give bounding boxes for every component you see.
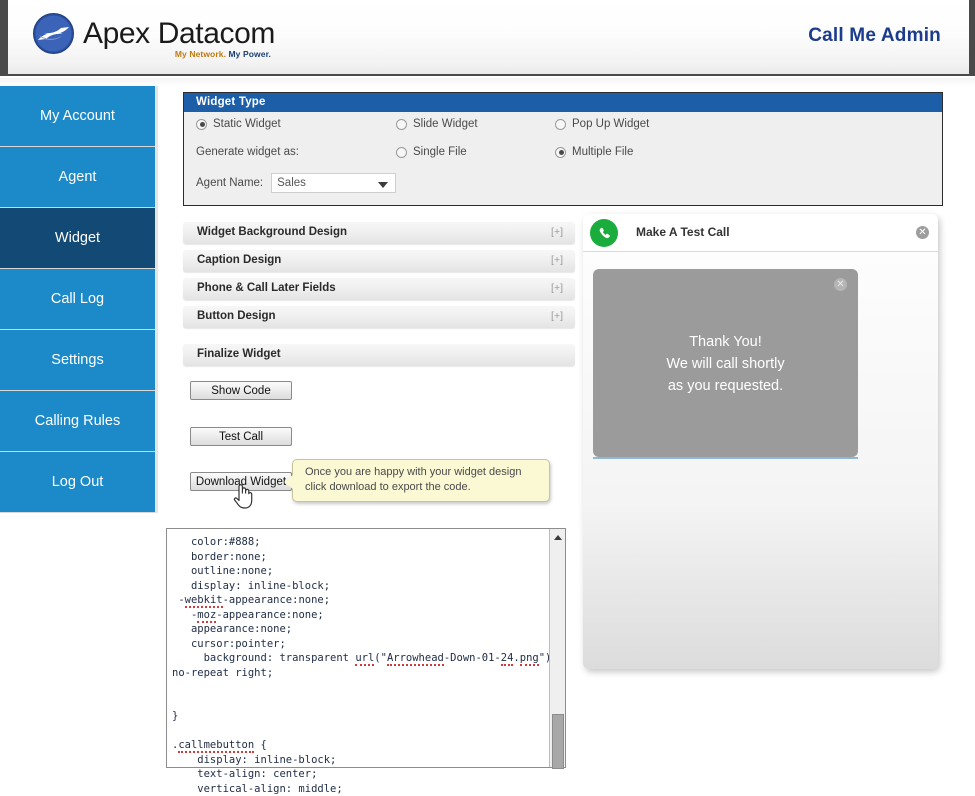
preview-body: ✕ Thank You! We will call shortly as you… — [583, 253, 938, 669]
download-tooltip: Once you are happy with your widget desi… — [284, 459, 550, 502]
sidebar-nav: My Account Agent Widget Call Log Setting… — [0, 86, 155, 513]
radio-indicator — [396, 146, 407, 158]
section-title: Finalize Widget — [197, 348, 281, 360]
close-icon[interactable]: ✕ — [916, 226, 929, 239]
tagline-part-2: My Power. — [226, 48, 271, 59]
radio-indicator — [396, 118, 407, 130]
sidebar-item-label: Settings — [51, 352, 104, 368]
app-header: Apex Datacom My Network. My Power. Call … — [0, 0, 975, 76]
agent-name-label: Agent Name: — [196, 177, 264, 189]
agent-name-select[interactable]: Sales — [271, 173, 397, 193]
widget-type-row-type: Static Widget Slide Widget Pop Up Widget — [184, 118, 944, 146]
widget-type-row-agent: Agent Name: Sales — [184, 173, 944, 201]
radio-indicator — [196, 118, 207, 130]
sidebar-item-widget[interactable]: Widget — [0, 208, 155, 269]
section-title: Widget Background Design — [197, 226, 348, 238]
tagline-part-1: My Network. — [174, 48, 227, 59]
widget-type-panel-title: Widget Type — [184, 93, 942, 112]
section-finalize-widget[interactable]: Finalize Widget — [183, 344, 575, 366]
generated-code-panel[interactable]: color:#888; border:none; outline:none; d… — [166, 528, 566, 795]
test-call-button[interactable]: Test Call — [190, 427, 292, 446]
brand-logo: Apex Datacom My Network. My Power. — [33, 13, 275, 59]
sidebar-item-agent[interactable]: Agent — [0, 147, 155, 208]
sidebar-item-label: My Account — [40, 108, 115, 124]
show-code-button[interactable]: Show Code — [190, 381, 292, 400]
radio-label: Slide Widget — [413, 118, 478, 130]
main-content: Widget Type Static Widget Slide Widget P… — [158, 78, 975, 795]
radio-static-widget[interactable]: Static Widget — [196, 118, 281, 130]
section-title: Phone & Call Later Fields — [197, 282, 336, 294]
generate-widget-as-label: Generate widget as: — [196, 146, 299, 158]
thankyou-message: Thank You! We will call shortly as you r… — [593, 331, 858, 397]
expand-toggle-icon[interactable]: [+] — [551, 254, 563, 266]
sidebar-item-label: Call Log — [50, 291, 105, 307]
agent-name-value: Sales — [277, 177, 306, 189]
brand-text: Apex Datacom My Network. My Power. — [83, 16, 275, 59]
globe-swoosh-logo-icon — [33, 13, 74, 54]
radio-slide-widget[interactable]: Slide Widget — [396, 118, 478, 130]
preview-header: Make A Test Call ✕ — [583, 214, 938, 252]
radio-pop-up-widget[interactable]: Pop Up Widget — [555, 118, 649, 130]
tooltip-line-2: click download to export the code. — [305, 481, 471, 493]
tooltip-line-1: Once you are happy with your widget desi… — [305, 466, 522, 478]
scrollbar-thumb[interactable] — [552, 714, 564, 769]
thankyou-close-icon[interactable]: ✕ — [834, 278, 847, 291]
sidebar-item-label: Widget — [54, 230, 101, 246]
preview-title: Make A Test Call — [636, 225, 730, 239]
radio-indicator — [555, 146, 566, 158]
button-label: Test Call — [218, 430, 264, 443]
caret-up-icon[interactable] — [554, 535, 562, 540]
widget-type-panel: Widget Type Static Widget Slide Widget P… — [183, 92, 943, 206]
thankyou-line-1: Thank You! — [689, 334, 762, 350]
section-caption-design[interactable]: Caption Design [+] — [183, 250, 575, 272]
sidebar-item-label: Agent — [58, 169, 97, 185]
sidebar-item-my-account[interactable]: My Account — [0, 86, 155, 147]
expand-toggle-icon[interactable]: [+] — [551, 226, 563, 238]
widget-preview-panel: Make A Test Call ✕ ✕ Thank You! We will … — [583, 214, 938, 669]
phone-glyph — [599, 227, 610, 238]
phone-icon — [590, 219, 618, 247]
generated-code-text: color:#888; border:none; outline:none; d… — [172, 536, 552, 795]
code-scrollbar[interactable] — [549, 529, 565, 769]
radio-label: Multiple File — [572, 146, 634, 158]
radio-label: Pop Up Widget — [572, 118, 650, 130]
radio-single-file[interactable]: Single File — [396, 146, 467, 158]
radio-label: Static Widget — [213, 118, 281, 130]
section-title: Caption Design — [197, 254, 282, 266]
sidebar-item-label: Calling Rules — [34, 413, 121, 429]
preview-accent-line — [593, 457, 858, 459]
thankyou-line-3: as you requested. — [667, 378, 784, 394]
section-phone-call-later-fields[interactable]: Phone & Call Later Fields [+] — [183, 278, 575, 300]
tooltip-pointer — [284, 474, 294, 490]
widget-type-row-generate: Generate widget as: Single File Multiple… — [184, 146, 944, 174]
agent-name-group: Agent Name: Sales — [196, 173, 397, 193]
brand-name: Apex Datacom — [83, 16, 275, 50]
section-button-design[interactable]: Button Design [+] — [183, 306, 575, 328]
sidebar-item-label: Log Out — [51, 474, 104, 490]
radio-indicator — [555, 118, 566, 130]
section-widget-background-design[interactable]: Widget Background Design [+] — [183, 222, 575, 244]
button-label: Show Code — [211, 384, 271, 397]
sidebar-item-settings[interactable]: Settings — [0, 330, 155, 391]
radio-multiple-file[interactable]: Multiple File — [555, 146, 633, 158]
radio-label: Single File — [413, 146, 467, 158]
hand-cursor-icon — [233, 484, 253, 509]
sidebar-item-call-log[interactable]: Call Log — [0, 269, 155, 330]
section-title: Button Design — [197, 310, 276, 322]
thankyou-line-2: We will call shortly — [666, 356, 785, 372]
sidebar-item-log-out[interactable]: Log Out — [0, 452, 155, 513]
sidebar-item-calling-rules[interactable]: Calling Rules — [0, 391, 155, 452]
chevron-down-icon — [378, 182, 389, 188]
brand-tagline: My Network. My Power. — [175, 49, 271, 59]
page-body: My Account Agent Widget Call Log Setting… — [0, 78, 975, 795]
expand-toggle-icon[interactable]: [+] — [551, 310, 563, 322]
expand-toggle-icon[interactable]: [+] — [551, 282, 563, 294]
page-title: Call Me Admin — [808, 25, 941, 46]
thankyou-widget: ✕ Thank You! We will call shortly as you… — [593, 269, 858, 457]
